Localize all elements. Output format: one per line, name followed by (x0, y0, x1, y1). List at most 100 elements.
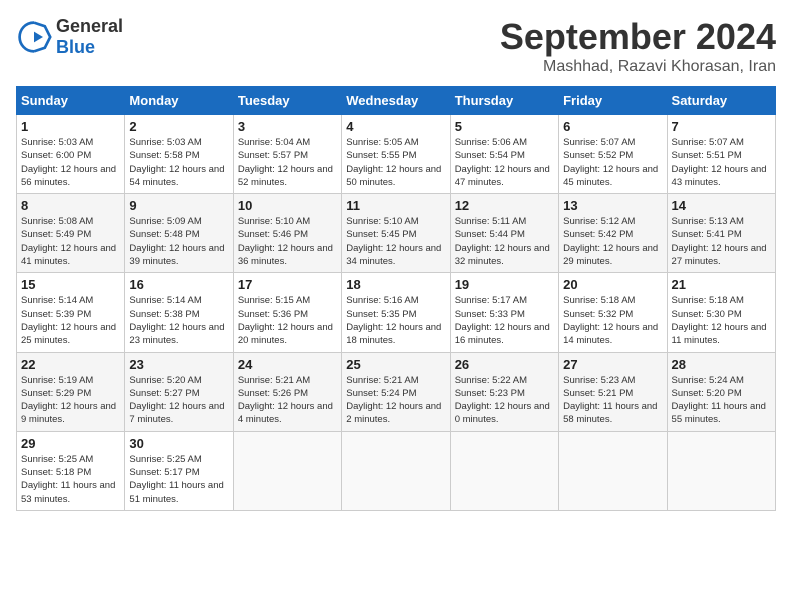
day-info: Sunrise: 5:10 AMSunset: 5:45 PMDaylight:… (346, 215, 445, 268)
day-cell: 3 Sunrise: 5:04 AMSunset: 5:57 PMDaylight… (233, 115, 341, 194)
day-cell: 2 Sunrise: 5:03 AMSunset: 5:58 PMDaylight… (125, 115, 233, 194)
day-cell: 29Sunrise: 5:25 AMSunset: 5:18 PMDayligh… (17, 431, 125, 510)
day-cell (667, 431, 775, 510)
day-number: 6 (563, 119, 662, 134)
page-header: General Blue September 2024 Mashhad, Raz… (16, 16, 776, 76)
day-info: Sunrise: 5:14 AMSunset: 5:38 PMDaylight:… (129, 294, 228, 347)
day-info: Sunrise: 5:20 AMSunset: 5:27 PMDaylight:… (129, 374, 228, 427)
day-number: 22 (21, 357, 120, 372)
day-cell (450, 431, 558, 510)
day-info: Sunrise: 5:08 AMSunset: 5:49 PMDaylight:… (21, 215, 120, 268)
day-number: 4 (346, 119, 445, 134)
day-number: 13 (563, 198, 662, 213)
day-cell: 22 Sunrise: 5:19 AMSunset: 5:29 PMDayligh… (17, 352, 125, 431)
weekday-header-saturday: Saturday (667, 87, 775, 115)
day-info: Sunrise: 5:04 AMSunset: 5:57 PMDaylight:… (238, 136, 337, 189)
day-number: 23 (129, 357, 228, 372)
day-number: 9 (129, 198, 228, 213)
day-number: 11 (346, 198, 445, 213)
day-info: Sunrise: 5:06 AMSunset: 5:54 PMDaylight:… (455, 136, 554, 189)
day-info: Sunrise: 5:23 AMSunset: 5:21 PMDaylight:… (563, 374, 662, 427)
day-cell: 15 Sunrise: 5:14 AMSunset: 5:39 PMDayligh… (17, 273, 125, 352)
day-info: Sunrise: 5:17 AMSunset: 5:33 PMDaylight:… (455, 294, 554, 347)
logo-text: General Blue (56, 16, 123, 58)
day-info: Sunrise: 5:18 AMSunset: 5:30 PMDaylight:… (672, 294, 771, 347)
day-cell: 11 Sunrise: 5:10 AMSunset: 5:45 PMDayligh… (342, 194, 450, 273)
day-cell (233, 431, 341, 510)
week-row-2: 8 Sunrise: 5:08 AMSunset: 5:49 PMDaylight… (17, 194, 776, 273)
logo-general: General (56, 16, 123, 36)
day-cell: 6 Sunrise: 5:07 AMSunset: 5:52 PMDaylight… (559, 115, 667, 194)
day-number: 12 (455, 198, 554, 213)
day-number: 20 (563, 277, 662, 292)
day-cell: 21 Sunrise: 5:18 AMSunset: 5:30 PMDayligh… (667, 273, 775, 352)
day-info: Sunrise: 5:12 AMSunset: 5:42 PMDaylight:… (563, 215, 662, 268)
day-cell: 20 Sunrise: 5:18 AMSunset: 5:32 PMDayligh… (559, 273, 667, 352)
logo-blue: Blue (56, 37, 95, 57)
day-number: 7 (672, 119, 771, 134)
day-number: 14 (672, 198, 771, 213)
weekday-header-monday: Monday (125, 87, 233, 115)
day-cell (342, 431, 450, 510)
day-info: Sunrise: 5:19 AMSunset: 5:29 PMDaylight:… (21, 374, 120, 427)
day-cell: 4 Sunrise: 5:05 AMSunset: 5:55 PMDaylight… (342, 115, 450, 194)
day-info: Sunrise: 5:07 AMSunset: 5:52 PMDaylight:… (563, 136, 662, 189)
logo: General Blue (16, 16, 123, 58)
day-cell: 25Sunrise: 5:21 AMSunset: 5:24 PMDayligh… (342, 352, 450, 431)
day-info: Sunrise: 5:09 AMSunset: 5:48 PMDaylight:… (129, 215, 228, 268)
day-number: 29 (21, 436, 120, 451)
title-area: September 2024 Mashhad, Razavi Khorasan,… (500, 16, 776, 76)
day-cell: 18 Sunrise: 5:16 AMSunset: 5:35 PMDayligh… (342, 273, 450, 352)
day-number: 15 (21, 277, 120, 292)
day-info: Sunrise: 5:25 AMSunset: 5:17 PMDaylight:… (129, 453, 228, 506)
day-info: Sunrise: 5:24 AMSunset: 5:20 PMDaylight:… (672, 374, 771, 427)
day-info: Sunrise: 5:18 AMSunset: 5:32 PMDaylight:… (563, 294, 662, 347)
day-cell: 7 Sunrise: 5:07 AMSunset: 5:51 PMDaylight… (667, 115, 775, 194)
day-info: Sunrise: 5:03 AMSunset: 5:58 PMDaylight:… (129, 136, 228, 189)
day-number: 27 (563, 357, 662, 372)
day-info: Sunrise: 5:16 AMSunset: 5:35 PMDaylight:… (346, 294, 445, 347)
day-number: 2 (129, 119, 228, 134)
day-info: Sunrise: 5:15 AMSunset: 5:36 PMDaylight:… (238, 294, 337, 347)
day-cell: 27 Sunrise: 5:23 AMSunset: 5:21 PMDayligh… (559, 352, 667, 431)
day-info: Sunrise: 5:07 AMSunset: 5:51 PMDaylight:… (672, 136, 771, 189)
day-cell: 8 Sunrise: 5:08 AMSunset: 5:49 PMDaylight… (17, 194, 125, 273)
day-number: 8 (21, 198, 120, 213)
day-cell: 17 Sunrise: 5:15 AMSunset: 5:36 PMDayligh… (233, 273, 341, 352)
day-number: 18 (346, 277, 445, 292)
day-info: Sunrise: 5:11 AMSunset: 5:44 PMDaylight:… (455, 215, 554, 268)
day-cell: 1Sunrise: 5:03 AMSunset: 6:00 PMDaylight… (17, 115, 125, 194)
weekday-header-sunday: Sunday (17, 87, 125, 115)
day-cell: 28 Sunrise: 5:24 AMSunset: 5:20 PMDayligh… (667, 352, 775, 431)
weekday-header-thursday: Thursday (450, 87, 558, 115)
day-cell: 16Sunrise: 5:14 AMSunset: 5:38 PMDayligh… (125, 273, 233, 352)
day-cell: 10Sunrise: 5:10 AMSunset: 5:46 PMDayligh… (233, 194, 341, 273)
day-cell: 13 Sunrise: 5:12 AMSunset: 5:42 PMDayligh… (559, 194, 667, 273)
day-number: 17 (238, 277, 337, 292)
day-number: 30 (129, 436, 228, 451)
day-number: 28 (672, 357, 771, 372)
week-row-4: 22 Sunrise: 5:19 AMSunset: 5:29 PMDayligh… (17, 352, 776, 431)
weekday-header-row: SundayMondayTuesdayWednesdayThursdayFrid… (17, 87, 776, 115)
day-info: Sunrise: 5:22 AMSunset: 5:23 PMDaylight:… (455, 374, 554, 427)
day-cell: 26Sunrise: 5:22 AMSunset: 5:23 PMDayligh… (450, 352, 558, 431)
day-info: Sunrise: 5:21 AMSunset: 5:26 PMDaylight:… (238, 374, 337, 427)
day-cell (559, 431, 667, 510)
calendar-title: September 2024 (500, 16, 776, 58)
day-cell: 24 Sunrise: 5:21 AMSunset: 5:26 PMDayligh… (233, 352, 341, 431)
day-info: Sunrise: 5:13 AMSunset: 5:41 PMDaylight:… (672, 215, 771, 268)
logo-icon (16, 19, 52, 55)
day-cell: 23 Sunrise: 5:20 AMSunset: 5:27 PMDayligh… (125, 352, 233, 431)
day-info: Sunrise: 5:05 AMSunset: 5:55 PMDaylight:… (346, 136, 445, 189)
day-number: 3 (238, 119, 337, 134)
day-cell: 30 Sunrise: 5:25 AMSunset: 5:17 PMDayligh… (125, 431, 233, 510)
day-cell: 19Sunrise: 5:17 AMSunset: 5:33 PMDayligh… (450, 273, 558, 352)
day-info: Sunrise: 5:10 AMSunset: 5:46 PMDaylight:… (238, 215, 337, 268)
day-cell: 5Sunrise: 5:06 AMSunset: 5:54 PMDaylight… (450, 115, 558, 194)
day-number: 24 (238, 357, 337, 372)
day-cell: 12 Sunrise: 5:11 AMSunset: 5:44 PMDayligh… (450, 194, 558, 273)
week-row-5: 29Sunrise: 5:25 AMSunset: 5:18 PMDayligh… (17, 431, 776, 510)
day-number: 21 (672, 277, 771, 292)
week-row-3: 15 Sunrise: 5:14 AMSunset: 5:39 PMDayligh… (17, 273, 776, 352)
day-info: Sunrise: 5:14 AMSunset: 5:39 PMDaylight:… (21, 294, 120, 347)
